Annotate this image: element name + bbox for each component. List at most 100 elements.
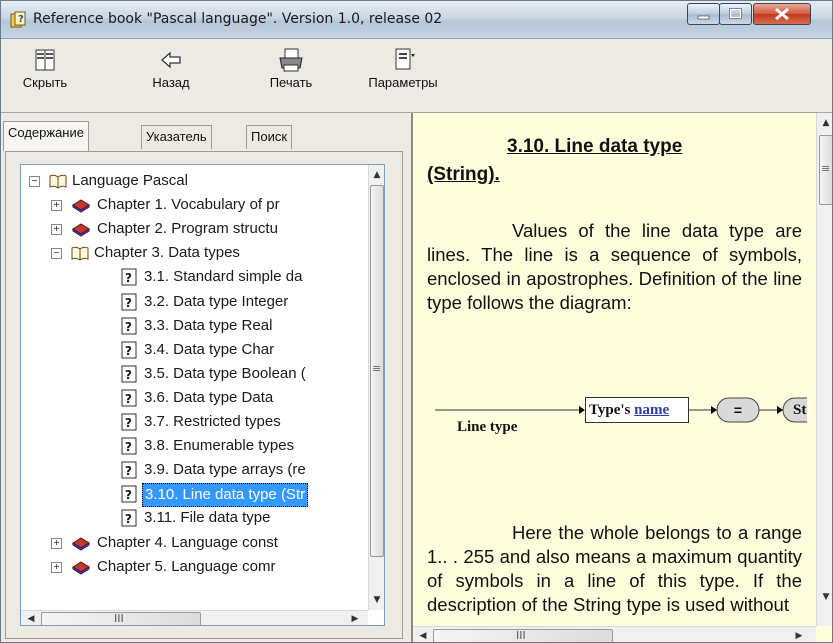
options-button[interactable]: Параметры — [357, 45, 449, 90]
maximize-icon — [729, 8, 742, 19]
closed-book-icon — [71, 558, 91, 583]
printer-icon — [279, 48, 303, 72]
topic-vertical-scrollbar[interactable]: ▲ ≡ ▼ — [816, 113, 832, 626]
type-name-prefix: Type's — [589, 402, 635, 418]
collapse-icon[interactable]: − — [29, 176, 40, 187]
topic-scroll-right-arrow-icon[interactable]: ▶ — [791, 628, 807, 642]
svg-text:?: ? — [125, 440, 132, 454]
topic-paragraph-2: Here the whole belongs to a range 1.. . … — [427, 522, 802, 615]
close-button[interactable] — [753, 3, 811, 25]
type-name-link[interactable]: name — [634, 402, 669, 418]
tree-item-label: 3.6. Data type Data — [144, 388, 274, 406]
hide-icon — [35, 49, 55, 71]
hide-label: Скрыть — [22, 75, 68, 90]
tree-item[interactable]: ? 3.4. Data type Char — [21, 339, 371, 363]
tree-item[interactable]: + Chapter 5. Language comr — [21, 556, 371, 580]
toolbar: Скрыть Назад Печать Параметры — [1, 39, 832, 113]
tree-item-label: 3.4. Data type Char — [144, 340, 275, 358]
expand-icon[interactable]: + — [51, 537, 62, 549]
scroll-up-arrow-icon[interactable]: ▲ — [369, 167, 384, 183]
topic-scroll-up-arrow-icon[interactable]: ▲ — [818, 115, 832, 131]
tree-horizontal-scrollbar[interactable]: ◀ III ▶ — [21, 610, 368, 625]
contents-tree[interactable]: − Language Pascal + Chapter 1. Vocabulary o… — [20, 164, 385, 626]
tree-item-label: Chapter 5. Language comr — [97, 557, 276, 575]
tree-item-label: 3.5. Data type Boolean ( — [144, 364, 306, 382]
tree-item-label: Language Pascal — [72, 172, 188, 189]
tree-item-label: 3.2. Data type Integer — [144, 292, 289, 310]
tab-index[interactable]: Указатель — [141, 125, 212, 149]
diagram-label: Line type — [457, 419, 518, 435]
expand-icon[interactable]: + — [51, 561, 62, 573]
tree-scroll-thumb[interactable]: ≡ — [370, 185, 384, 557]
maximize-button[interactable] — [719, 3, 752, 25]
tree-item[interactable]: ? 3.8. Enumerable types — [21, 435, 371, 459]
scroll-grip: ≡ — [821, 162, 831, 175]
tree-item[interactable]: ? 3.1. Standard simple da — [21, 266, 371, 290]
tree-item-label: 3.7. Restricted types — [144, 413, 281, 430]
tree-item[interactable]: + Chapter 1. Vocabulary of pr — [21, 194, 371, 218]
tree-item[interactable]: ? 3.10. Line data type (Str — [21, 483, 371, 508]
tree-item-label: Chapter 4. Language const — [97, 533, 278, 551]
tree-item[interactable]: ? 3.9. Data type arrays (re — [21, 459, 371, 483]
equals-symbol: = — [733, 402, 743, 418]
topic-hscroll-thumb[interactable]: III — [433, 629, 613, 642]
topic-scroll-left-arrow-icon[interactable]: ◀ — [415, 628, 431, 642]
topic-title-line1: 3.10. Line data type — [507, 136, 683, 157]
tree-item[interactable]: − Chapter 3. Data types — [21, 242, 371, 266]
svg-text:?: ? — [125, 392, 132, 406]
tab-search[interactable]: Поиск — [246, 125, 293, 149]
topic-horizontal-scrollbar[interactable]: ◀ III ▶ — [413, 626, 816, 642]
tree-item-label: 3.1. Standard simple da — [144, 268, 303, 286]
expand-icon[interactable]: + — [51, 200, 62, 212]
tree-item[interactable]: − Language Pascal — [21, 170, 371, 194]
print-button[interactable]: Печать — [259, 45, 323, 90]
back-arrow-icon — [161, 51, 181, 69]
minimize-button[interactable] — [687, 3, 720, 25]
tree-item[interactable]: ? 3.5. Data type Boolean ( — [21, 363, 371, 387]
topic-paragraph-1: Values of the line data type are lines. … — [427, 220, 802, 313]
navigation-tabs: Содержание Указатель Поиск — [1, 121, 403, 151]
svg-text:?: ? — [125, 512, 132, 526]
svg-text:?: ? — [125, 296, 132, 310]
scroll-right-arrow-icon[interactable]: ▶ — [347, 611, 363, 625]
topic-title-line2: (String). — [427, 164, 500, 185]
svg-text:?: ? — [125, 488, 132, 502]
svg-text:?: ? — [125, 464, 132, 478]
back-button[interactable]: Назад — [141, 45, 201, 90]
svg-text:?: ? — [125, 320, 132, 334]
back-label: Назад — [152, 75, 190, 90]
scroll-left-arrow-icon[interactable]: ◀ — [23, 611, 39, 625]
tree-item[interactable]: ? 3.11. File data type — [21, 507, 371, 531]
tree-item[interactable]: ? 3.3. Data type Real — [21, 315, 371, 339]
scroll-down-arrow-icon[interactable]: ▼ — [369, 592, 384, 608]
tree-hscroll-thumb[interactable]: III — [41, 612, 201, 625]
topic-scroll-thumb[interactable]: ≡ — [819, 135, 832, 205]
options-icon — [395, 48, 415, 70]
tree-vertical-scrollbar[interactable]: ▲ ≡ ▼ — [368, 165, 384, 610]
svg-text:?: ? — [125, 344, 132, 358]
options-label: Параметры — [368, 75, 438, 90]
topic-scroll-down-arrow-icon[interactable]: ▼ — [818, 589, 832, 605]
tree-item-label: Chapter 2. Program structu — [97, 220, 278, 238]
title-bar[interactable]: ? Reference book "Pascal language". Vers… — [1, 1, 832, 39]
tree-item[interactable]: ? 3.6. Data type Data — [21, 387, 371, 411]
tree-item[interactable]: ? 3.2. Data type Integer — [21, 291, 371, 315]
expand-icon[interactable]: + — [51, 224, 62, 236]
window-title: Reference book "Pascal language". Versio… — [33, 11, 443, 27]
topic-pane: 3.10. Line data type (String). Values of… — [411, 113, 832, 642]
tree-item[interactable]: ? 3.7. Restricted types — [21, 411, 371, 435]
tree-item[interactable]: + Chapter 4. Language const — [21, 532, 371, 556]
tree-item[interactable]: + Chapter 2. Program structu — [21, 218, 371, 242]
topic-content: 3.10. Line data type (String). Values of… — [427, 133, 807, 628]
tree-item-label: 3.3. Data type Real — [144, 316, 273, 334]
collapse-icon[interactable]: − — [51, 248, 62, 260]
tree-item-label: 3.10. Line data type (Str — [142, 483, 309, 508]
minimize-icon — [697, 15, 710, 20]
tree-items: − Language Pascal + Chapter 1. Vocabulary o… — [21, 165, 371, 610]
svg-text:?: ? — [125, 368, 132, 382]
tab-contents[interactable]: Содержание — [3, 121, 89, 151]
scroll-grip: III — [114, 612, 124, 625]
print-label: Печать — [269, 75, 313, 90]
hide-button[interactable]: Скрыть — [15, 45, 75, 90]
svg-text:?: ? — [125, 271, 132, 285]
